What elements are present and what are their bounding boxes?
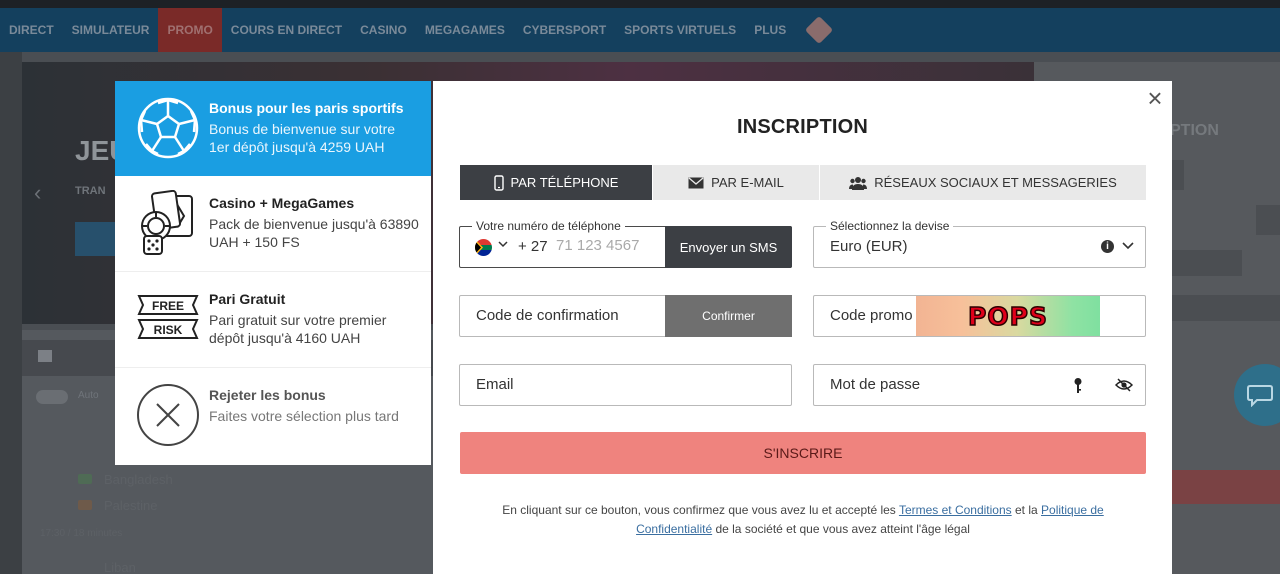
nav-item-virtual-sports: SPORTS VIRTUELS (624, 23, 737, 37)
bonus-text: Rejeter les bonus Faites votre sélection… (209, 387, 419, 425)
nav-item-megagames: MEGAGAMES (424, 23, 505, 37)
promo-code-value: POPS (967, 301, 1048, 332)
bonus-title: Pari Gratuit (209, 291, 286, 307)
tab-email[interactable]: PAR E-MAIL (653, 165, 820, 200)
bonus-option-sports[interactable]: Bonus pour les paris sportifs Bonus de b… (115, 81, 431, 176)
south-africa-flag-icon[interactable] (475, 239, 492, 256)
tab-email-label: PAR E-MAIL (711, 175, 784, 190)
nav-logo-icon (805, 15, 834, 45)
auto-toggle (36, 390, 68, 404)
legal-notice: En cliquant sur ce bouton, vous confirme… (473, 501, 1133, 539)
bonus-description: Pari gratuit sur votre premier dépôt jus… (209, 312, 387, 346)
bonus-option-casino[interactable]: Casino + MegaGames Pack de bienvenue jus… (115, 176, 431, 272)
confirm-button[interactable]: Confirmer (665, 295, 792, 337)
team-flag (78, 500, 92, 510)
team-name: Bangladesh (104, 472, 173, 487)
country-code: + 27 (518, 238, 548, 255)
tab-social-label: RÉSEAUX SOCIAUX ET MESSAGERIES (874, 175, 1117, 190)
chevron-down-icon[interactable] (1122, 239, 1134, 253)
hero-prev-arrow-icon: ‹ (34, 180, 42, 205)
tab-social[interactable]: RÉSEAUX SOCIAUX ET MESSAGERIES (820, 165, 1146, 200)
confirmation-code-field: Confirmer (459, 295, 792, 337)
registration-modal: × INSCRIPTION PAR TÉLÉPHONE PAR E-MAIL R… (433, 81, 1172, 574)
home-icon (38, 350, 52, 362)
currency-field-label: Sélectionnez la devise (826, 219, 954, 233)
left-rail (0, 52, 22, 574)
bonus-description: Faites votre sélection plus tard (209, 408, 399, 424)
promo-code-field: POPS (813, 295, 1146, 337)
bonus-text: Pari Gratuit Pari gratuit sur votre prem… (209, 291, 419, 347)
nav-item-simulator: SIMULATEUR (71, 23, 150, 37)
top-bar (0, 0, 1280, 8)
currency-value: Euro (EUR) (830, 238, 908, 255)
team-name: Liban (104, 560, 136, 574)
chevron-down-icon[interactable] (498, 239, 508, 252)
modal-title: INSCRIPTION (736, 116, 869, 138)
casino-chips-cards-icon (135, 190, 201, 256)
eye-slash-icon[interactable] (1114, 378, 1134, 397)
legal-text: En cliquant sur ce bouton, vous confirme… (502, 503, 899, 517)
main-nav: DIRECT SIMULATEUR PROMO COURS EN DIRECT … (0, 8, 1280, 52)
phone-icon (493, 174, 504, 191)
phone-input[interactable] (556, 237, 668, 254)
tab-phone[interactable]: PAR TÉLÉPHONE (460, 165, 653, 200)
bonus-panel: Bonus pour les paris sportifs Bonus de b… (115, 81, 431, 465)
match-meta: 17:30 / 18 minutes (40, 528, 123, 539)
currency-select[interactable]: Sélectionnez la devise Euro (EUR) i (813, 219, 1146, 268)
terms-link[interactable]: Termes et Conditions (899, 503, 1012, 517)
bonus-description: Pack de bienvenue jusqu'à 63890 UAH + 15… (209, 216, 419, 250)
nav-item-cybersport: CYBERSPORT (522, 23, 607, 37)
betslip-register-button (1172, 470, 1280, 504)
bonus-title: Casino + MegaGames (209, 195, 355, 211)
bonus-text: Casino + MegaGames Pack de bienvenue jus… (209, 195, 419, 251)
phone-field: Votre numéro de téléphone + 27 Envoyer u… (459, 219, 792, 268)
info-icon[interactable]: i (1101, 240, 1114, 253)
promo-code-banner: POPS (916, 296, 1100, 336)
email-input[interactable] (476, 376, 776, 393)
nav-item-promo: PROMO (158, 8, 222, 52)
betslip-tab (1172, 160, 1184, 190)
nav-item-casino: CASINO (360, 23, 407, 37)
betslip-title: PTION (1170, 122, 1219, 139)
phone-field-label: Votre numéro de téléphone (472, 219, 625, 233)
betslip-button (1256, 205, 1280, 235)
password-field (813, 364, 1146, 406)
key-icon[interactable] (1073, 377, 1083, 400)
nav-item-live-courses: COURS EN DIRECT (230, 23, 343, 37)
risk-label: RISK (154, 323, 183, 337)
confirmation-code-input[interactable] (476, 307, 662, 324)
register-button[interactable]: S'INSCRIRE (460, 432, 1146, 474)
promo-code-input[interactable] (830, 307, 920, 324)
free-label: FREE (152, 299, 184, 313)
registration-tabs: PAR TÉLÉPHONE PAR E-MAIL RÉSEAUX SOCIAUX… (460, 165, 1146, 200)
betslip-input (1172, 295, 1280, 321)
betslip-input (1172, 250, 1242, 276)
envelope-icon (688, 177, 704, 188)
team-flag (78, 474, 92, 484)
bonus-option-reject[interactable]: Rejeter les bonus Faites votre sélection… (115, 368, 431, 464)
users-icon (849, 176, 868, 190)
auto-toggle-label: Auto (78, 390, 99, 401)
hero-subtitle: TRAN (75, 185, 106, 197)
free-risk-icon: FREE RISK (135, 286, 201, 352)
legal-text: et la (1011, 503, 1042, 517)
bonus-title: Bonus pour les paris sportifs (209, 100, 404, 116)
nav-item-more: PLUS (754, 23, 787, 37)
reject-x-icon (135, 382, 201, 448)
tab-phone-label: PAR TÉLÉPHONE (510, 175, 619, 190)
bonus-title: Rejeter les bonus (209, 387, 326, 403)
bonus-option-free-bet[interactable]: FREE RISK Pari Gratuit Pari gratuit sur … (115, 272, 431, 368)
chat-icon (1247, 385, 1273, 407)
soccer-ball-icon (135, 95, 201, 161)
bonus-description: Bonus de bienvenue sur votre 1er dépôt j… (209, 121, 396, 155)
send-sms-button[interactable]: Envoyer un SMS (665, 226, 792, 268)
close-icon[interactable]: × (1143, 85, 1167, 111)
bonus-text: Bonus pour les paris sportifs Bonus de b… (209, 100, 419, 156)
email-field (459, 364, 792, 406)
hero-button (75, 222, 120, 256)
legal-text: de la société et que vous avez atteint l… (712, 522, 970, 536)
password-input[interactable] (830, 376, 1060, 393)
team-name: Palestine (104, 498, 158, 513)
nav-item-direct: DIRECT (9, 23, 54, 37)
